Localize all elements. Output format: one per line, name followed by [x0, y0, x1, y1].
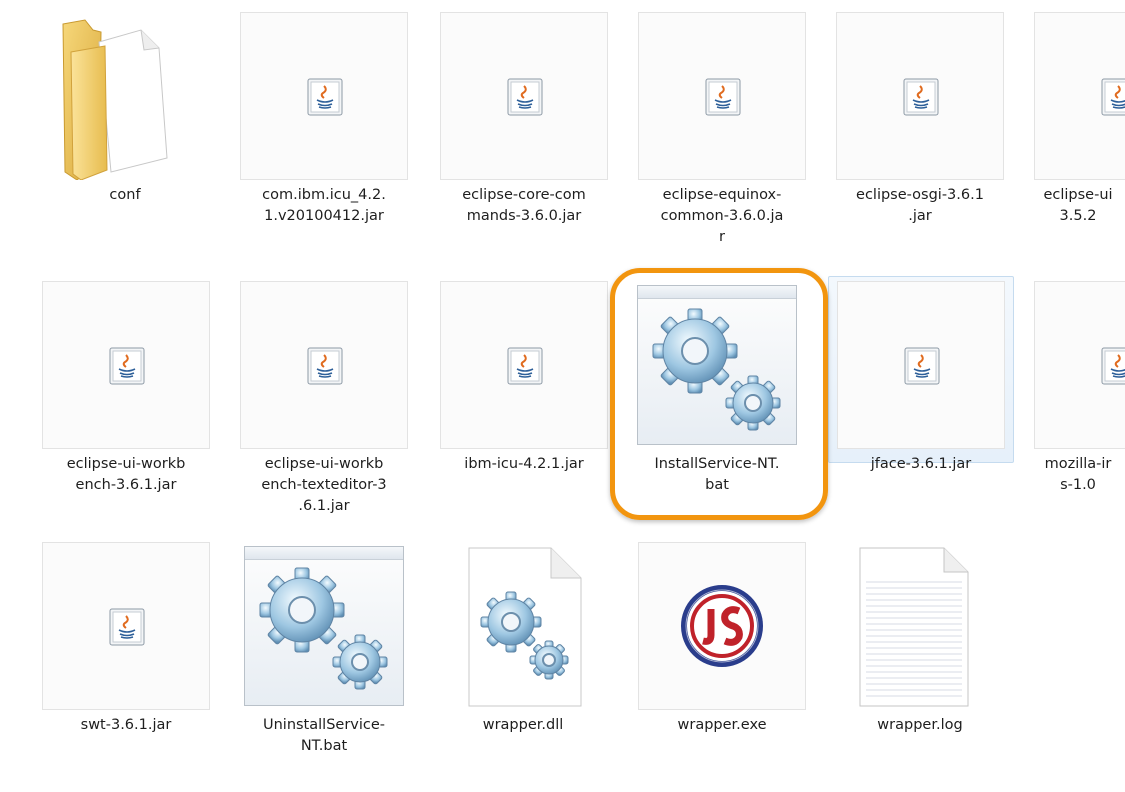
file-name: ibm-icu-4.2.1.jar	[464, 456, 584, 472]
file-item-jar[interactable]: com.ibm.icu_4.2. 1.v20100412.jar	[239, 12, 408, 262]
file-item-jface[interactable]: jface-3.6.1.jar	[836, 281, 1005, 531]
java-jar-icon	[903, 78, 939, 116]
file-icon-grid: conf com.ibm.icu_4.2. 1.v20100412.jar ec…	[0, 0, 1125, 780]
java-jar-icon	[705, 78, 741, 116]
file-name: jface-3.6.1.jar	[870, 456, 972, 472]
file-thumbnail	[42, 281, 210, 449]
file-name: wrapper.log	[877, 717, 963, 733]
js-exe-icon	[681, 585, 763, 667]
file-item-uninstallservice[interactable]: UninstallService- NT.bat	[239, 542, 407, 792]
file-name: eclipse-osgi-3.6.1 .jar	[856, 187, 984, 224]
file-name: UninstallService- NT.bat	[262, 717, 386, 754]
file-thumbnail	[837, 281, 1005, 449]
file-name: eclipse-ui 3.5.2	[1043, 187, 1113, 224]
file-item-jar[interactable]: ibm-icu-4.2.1.jar	[439, 281, 608, 531]
java-jar-icon	[507, 347, 543, 385]
file-name: swt-3.6.1.jar	[80, 717, 172, 733]
text-document-icon	[859, 547, 969, 707]
file-name: wrapper.dll	[482, 717, 564, 733]
file-thumbnail	[638, 542, 806, 710]
java-jar-icon	[109, 608, 145, 646]
file-name: mozilla-ir s-1.0	[1044, 456, 1112, 493]
file-name: wrapper.exe	[677, 717, 767, 733]
java-jar-icon	[109, 347, 145, 385]
file-item-wrapper-dll[interactable]: wrapper.dll	[438, 542, 606, 792]
file-thumbnail	[240, 12, 408, 180]
file-item-jar[interactable]: eclipse-ui-workb ench-texteditor-3 .6.1.…	[239, 281, 408, 531]
file-item-jar[interactable]: eclipse-osgi-3.6.1 .jar	[835, 12, 1004, 262]
java-jar-icon	[1101, 347, 1125, 385]
file-item-conf[interactable]: conf	[40, 12, 208, 262]
file-item-jar[interactable]: eclipse-equinox- common-3.6.0.ja r	[637, 12, 806, 262]
file-thumbnail	[638, 12, 806, 180]
java-jar-icon	[307, 347, 343, 385]
file-name: eclipse-ui-workb ench-3.6.1.jar	[66, 456, 186, 493]
file-item-wrapper-log[interactable]: wrapper.log	[835, 542, 1003, 792]
file-name: conf	[109, 187, 141, 203]
file-item-jar[interactable]: eclipse-ui-workb ench-3.6.1.jar	[41, 281, 210, 531]
selection-highlight-ring	[610, 268, 828, 520]
file-thumbnail	[836, 542, 1004, 710]
file-thumbnail	[439, 542, 607, 710]
file-thumbnail	[1034, 281, 1125, 449]
file-thumbnail	[42, 542, 210, 710]
file-name: eclipse-core-com mands-3.6.0.jar	[462, 187, 586, 224]
file-item-jar[interactable]: swt-3.6.1.jar	[41, 542, 210, 792]
file-thumbnail	[1034, 12, 1125, 180]
file-thumbnail	[240, 542, 408, 710]
file-item-jar-partial[interactable]: eclipse-ui 3.5.2	[1033, 12, 1125, 262]
file-item-jar-partial[interactable]: mozilla-ir s-1.0	[1033, 281, 1125, 531]
file-thumbnail	[440, 281, 608, 449]
file-name: eclipse-ui-workb ench-texteditor-3 .6.1.…	[261, 456, 387, 514]
file-thumbnail	[440, 12, 608, 180]
gears-icon	[259, 567, 388, 690]
file-item-jar[interactable]: eclipse-core-com mands-3.6.0.jar	[439, 12, 608, 262]
file-name: eclipse-equinox- common-3.6.0.ja r	[660, 187, 784, 245]
folder-thumbnail	[41, 12, 209, 181]
java-jar-icon	[904, 347, 940, 385]
file-item-wrapper-exe[interactable]: wrapper.exe	[637, 542, 806, 792]
file-name: com.ibm.icu_4.2. 1.v20100412.jar	[262, 187, 386, 224]
file-thumbnail	[240, 281, 408, 449]
dll-gears-icon	[468, 547, 582, 707]
java-jar-icon	[307, 78, 343, 116]
file-thumbnail	[836, 12, 1004, 180]
java-jar-icon	[1101, 78, 1125, 116]
java-jar-icon	[507, 78, 543, 116]
folder-icon	[62, 19, 168, 181]
